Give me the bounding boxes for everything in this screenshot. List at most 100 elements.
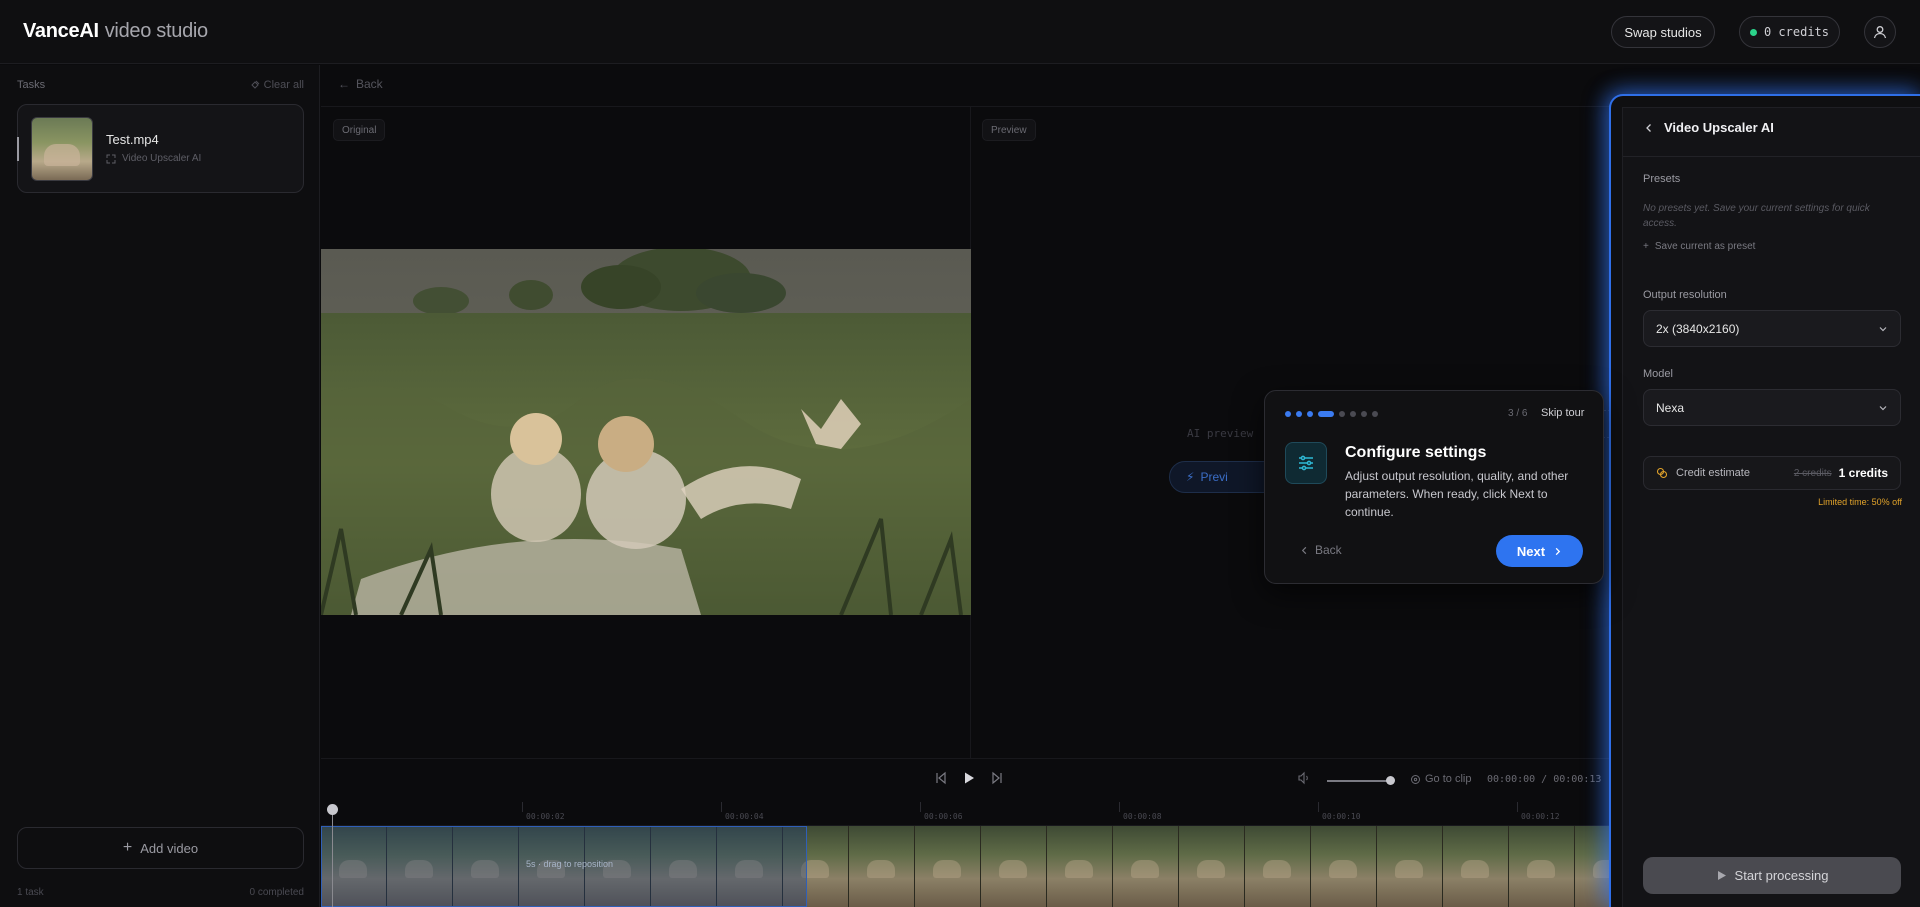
brand-suffix: video studio <box>104 20 208 42</box>
volume-icon[interactable] <box>1297 771 1311 785</box>
save-preset-label: Save current as preset <box>1654 241 1756 252</box>
output-resolution-label: Output resolution <box>1643 289 1727 301</box>
back-link[interactable]: ← Back <box>338 77 383 91</box>
task-card[interactable]: Test.mp4 Video Upscaler AI <box>17 104 304 193</box>
tasks-label: Tasks <box>17 79 46 91</box>
plus-icon: + <box>1643 241 1649 252</box>
settings-panel: Video Upscaler AI Presets No presets yet… <box>1622 107 1920 907</box>
skip-tour-button[interactable]: Skip tour <box>1541 407 1584 419</box>
broom-icon <box>250 80 259 89</box>
task-tool: Video Upscaler AI <box>106 153 201 164</box>
arrow-left-icon: ← <box>338 77 350 91</box>
start-processing-label: Start processing <box>1734 868 1829 883</box>
timeline[interactable]: 00:00:02 00:00:04 00:00:06 00:00:08 00:0… <box>321 800 1621 907</box>
clear-all-button[interactable]: Clear all <box>250 79 304 91</box>
output-resolution-value: 2x (3840x2160) <box>1656 321 1740 336</box>
credits-label: 0 credits <box>1763 25 1830 39</box>
player-controls: Go to clip 00:00:00 / 00:00:13 <box>321 758 1621 800</box>
film-frame <box>1443 826 1509 907</box>
ruler-tick: 00:00:06 <box>920 802 963 821</box>
app-logo[interactable]: VanceAI video studio <box>23 20 208 43</box>
original-pane: Original <box>321 107 971 759</box>
play-icon[interactable] <box>962 771 976 785</box>
preview-button-label: Previ <box>1200 470 1228 484</box>
timecode: 00:00:00 / 00:00:13 <box>1487 774 1602 785</box>
top-bar: VanceAI video studio Swap studios 0 credi… <box>0 0 1920 64</box>
tour-dot <box>1350 411 1356 417</box>
tour-body: Adjust output resolution, quality, and o… <box>1345 469 1569 519</box>
start-processing-button[interactable]: Start processing <box>1643 857 1901 894</box>
clear-all-label: Clear all <box>263 79 304 91</box>
add-video-button[interactable]: + Add video <box>17 827 304 869</box>
panel-header: Video Upscaler AI <box>1644 120 1774 135</box>
output-resolution-select[interactable]: 2x (3840x2160) <box>1643 310 1901 347</box>
task-thumbnail <box>31 117 93 181</box>
presets-note: No presets yet. Save your current settin… <box>1643 203 1870 229</box>
swap-studios-button[interactable]: Swap studios <box>1611 16 1715 48</box>
ruler-tick: 00:00:10 <box>1318 802 1361 821</box>
tour-step-count: 3 / 6 <box>1508 408 1528 419</box>
sidebar-footer: 1 task 0 completed <box>17 887 304 898</box>
task-tool-label: Video Upscaler AI <box>122 153 202 164</box>
brand-name: VanceAI <box>23 20 99 42</box>
ruler-tick: 00:00:12 <box>1517 802 1560 821</box>
back-label: Back <box>356 77 383 91</box>
video-still <box>321 249 971 615</box>
model-select[interactable]: Nexa <box>1643 389 1901 426</box>
credit-estimate-old: 2 credits <box>1793 467 1832 479</box>
credit-estimate-label: Credit estimate <box>1676 467 1750 479</box>
expand-icon <box>106 154 116 163</box>
tour-dot <box>1307 411 1313 417</box>
save-preset-button[interactable]: + Save current as preset <box>1643 241 1755 252</box>
film-frame <box>1377 826 1443 907</box>
tour-popover: 3 / 6 Skip tour Configure settings Adjus… <box>1264 390 1604 584</box>
ai-preview-text: AI preview <box>1187 427 1254 440</box>
chevron-down-icon <box>1879 405 1887 410</box>
film-frame <box>981 826 1047 907</box>
sliders-icon <box>1285 442 1327 484</box>
credit-estimate-new: 1 credits <box>1838 466 1888 480</box>
film-frame <box>1179 826 1245 907</box>
user-avatar-button[interactable] <box>1864 16 1896 48</box>
preview-tag: Preview <box>982 119 1036 141</box>
tour-dot <box>1361 411 1367 417</box>
play-icon <box>1717 871 1726 880</box>
tour-dot-active <box>1318 411 1334 417</box>
tour-next-button[interactable]: Next <box>1496 535 1583 567</box>
tour-dot <box>1285 411 1291 417</box>
model-value: Nexa <box>1656 400 1685 415</box>
playhead[interactable] <box>327 804 338 907</box>
ruler-tick: 00:00:02 <box>522 802 565 821</box>
target-icon <box>1411 774 1420 784</box>
chevron-left-icon[interactable] <box>1644 123 1654 133</box>
tasks-sidebar: Tasks Clear all Test.mp4 Video Upscaler … <box>0 65 320 907</box>
original-tag: Original <box>333 119 386 141</box>
completed-count: 0 completed <box>249 887 304 898</box>
tour-dot <box>1372 411 1378 417</box>
add-video-label: Add video <box>140 840 199 856</box>
original-video-frame[interactable] <box>321 249 971 615</box>
limited-time-note: Limited time: 50% off <box>1818 497 1902 507</box>
go-to-clip-button[interactable]: Go to clip <box>1410 773 1471 785</box>
volume-slider-track[interactable] <box>1327 780 1390 782</box>
film-frame <box>1509 826 1575 907</box>
skip-back-icon[interactable] <box>934 771 948 785</box>
chevron-down-icon <box>1879 326 1887 331</box>
timeline-ruler: 00:00:02 00:00:04 00:00:06 00:00:08 00:0… <box>321 800 1621 826</box>
chevron-left-icon <box>1301 546 1307 554</box>
credit-status-dot <box>1749 28 1757 36</box>
volume-slider-handle[interactable] <box>1386 776 1395 785</box>
panel-title: Video Upscaler AI <box>1664 120 1774 135</box>
film-frame <box>915 826 981 907</box>
tour-next-label: Next <box>1516 543 1546 559</box>
task-filename: Test.mp4 <box>106 132 159 147</box>
tour-dot <box>1296 411 1302 417</box>
tasks-header: Tasks Clear all <box>17 79 304 91</box>
credit-estimate: Credit estimate 2 credits 1 credits <box>1643 456 1901 490</box>
skip-forward-icon[interactable] <box>990 771 1004 785</box>
credits-badge[interactable]: 0 credits <box>1739 16 1840 48</box>
tour-back-button[interactable]: Back <box>1300 543 1342 557</box>
coins-icon <box>1656 467 1668 479</box>
presets-label: Presets <box>1643 173 1681 185</box>
tour-back-label: Back <box>1315 543 1342 557</box>
